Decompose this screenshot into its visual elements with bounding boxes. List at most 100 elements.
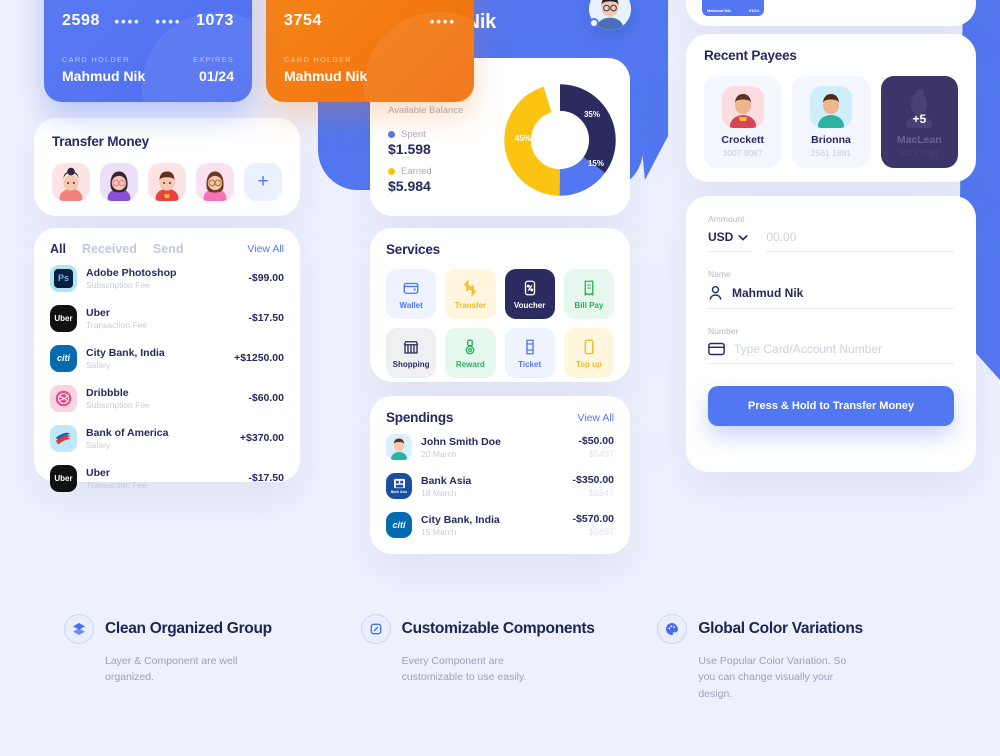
payee-more-badge: +5 — [912, 112, 927, 126]
spending-amount: -$50.00 — [578, 435, 614, 447]
transaction-amount: -$60.00 — [248, 392, 284, 404]
citi-icon: citi — [386, 512, 412, 538]
recent-payees-title: Recent Payees — [704, 48, 797, 63]
credit-card-secondary[interactable]: 3754 •••• CARD HOLDER Mahmud Nik — [266, 0, 474, 102]
payee-name: Crockett — [721, 134, 764, 146]
mini-card-expiry: 01/24 — [748, 8, 759, 13]
layers-icon — [64, 614, 94, 644]
contact-avatar-2[interactable] — [100, 163, 138, 201]
spending-date: 15 March — [421, 526, 457, 537]
tab-send[interactable]: Send — [153, 242, 184, 256]
transfer-arrows-icon — [463, 278, 478, 297]
spending-name: John Smith Doe — [421, 435, 501, 448]
transaction-tabs: All Received Send View All — [50, 242, 284, 256]
table-row[interactable]: citi City Bank, India Salary +$1250.00 — [50, 340, 284, 376]
transfer-money-button[interactable]: Press & Hold to Transfer Money — [708, 386, 954, 426]
service-label: Voucher — [513, 300, 546, 310]
person-icon — [709, 285, 722, 300]
feature-description: Layer & Component are well organized. — [105, 655, 238, 684]
features-section: Clean Organized Group Layer & Component … — [0, 614, 1000, 702]
customize-icon — [360, 614, 391, 644]
uber-icon: Uber — [50, 464, 77, 492]
card-holder-block: CARD HOLDER Mahmud Nik — [62, 55, 145, 84]
table-row[interactable]: Ps Adobe Photoshop Subscription Fee -$99… — [50, 260, 284, 296]
service-shopping[interactable]: Shopping — [386, 328, 437, 378]
transactions-view-all[interactable]: View All — [247, 243, 284, 255]
card-number-part-1: 2598 — [62, 12, 100, 29]
service-wallet[interactable]: Wallet — [386, 269, 437, 319]
tab-all[interactable]: All — [50, 242, 66, 256]
contact-avatar-4[interactable] — [196, 163, 234, 201]
table-row[interactable]: Bank of America Salary +$370.00 — [50, 420, 284, 456]
table-row[interactable]: Uber Uber Transaction Fee -$17.50 — [50, 300, 284, 336]
spending-amount: -$570.00 — [572, 513, 614, 525]
avatar — [721, 86, 764, 128]
service-label: Transfer — [454, 300, 487, 310]
card-expires-value: 01/24 — [198, 68, 234, 84]
currency-value: USD — [708, 230, 734, 244]
transaction-name: Adobe Photoshop — [86, 266, 177, 279]
payee-card-more[interactable]: +5 MacLean 0271 5987 — [880, 76, 958, 168]
transfer-form-card: Ammount USD 00.00 Name Mahmud Nik Number… — [686, 196, 976, 472]
card-expires-label: EXPIRES — [193, 55, 234, 64]
card2-holder-block: CARD HOLDER Mahmud Nik — [284, 55, 367, 84]
payee-name: Brionna — [811, 134, 851, 146]
service-reward[interactable]: Reward — [445, 328, 496, 378]
transaction-amount: -$17.50 — [248, 472, 284, 484]
service-label: Wallet — [399, 300, 423, 310]
card-number-mask-2: •••• — [155, 13, 182, 29]
transaction-amount: +$370.00 — [239, 432, 284, 444]
service-voucher[interactable]: Voucher — [504, 269, 555, 319]
table-row[interactable]: Dribbble Subscription Fee -$60.00 — [50, 380, 284, 416]
list-item[interactable]: John Smith Doe 20 March -$50.00 $5497 — [386, 430, 614, 464]
service-transfer[interactable]: Transfer — [445, 269, 496, 319]
service-top-up[interactable]: Top up — [563, 328, 614, 378]
contact-avatar-1[interactable] — [52, 163, 90, 201]
transaction-amount: -$17.50 — [248, 312, 284, 324]
add-contact-button[interactable]: + — [244, 163, 282, 201]
card-carousel[interactable]: 2598 •••• •••• 1073 CARD HOLDER Mahmud N… — [44, 0, 474, 102]
list-item[interactable]: Bank Asia Bank Asia 18 March -$350.00 $5… — [386, 469, 614, 503]
transfer-money-card: Transfer Money + — [34, 118, 300, 216]
card-icon — [708, 342, 725, 356]
currency-select[interactable]: USD — [708, 230, 753, 252]
mini-card-panel: Mahmud Nik 01/24 — [686, 0, 976, 26]
payee-card[interactable]: Brionna 2561 1881 — [792, 76, 870, 168]
feature-title: Customizable Components — [401, 620, 595, 637]
card-expiry-block: EXPIRES 01/24 — [193, 55, 234, 84]
transfer-contacts-row: + — [52, 163, 282, 201]
shop-icon — [403, 340, 419, 354]
contact-avatar-3[interactable] — [148, 163, 186, 201]
number-field-group: Number Type Card/Account Number — [708, 326, 954, 364]
payee-card[interactable]: Crockett 1007 9087 — [704, 76, 782, 168]
spendings-card: Spendings View All John Smith Doe 20 Mar… — [370, 396, 630, 554]
amount-label: Ammount — [708, 214, 745, 224]
services-grid: Wallet Transfer Voucher Bill Pay Shoppin… — [386, 269, 614, 378]
avatar — [386, 434, 412, 460]
credit-card-primary[interactable]: 2598 •••• •••• 1073 CARD HOLDER Mahmud N… — [44, 0, 252, 102]
bank-asia-icon: Bank Asia — [386, 473, 412, 499]
list-item[interactable]: citi City Bank, India 15 March -$570.00 … — [386, 508, 614, 542]
avatar: +5 — [898, 86, 941, 128]
donut-label-1: 35% — [583, 110, 600, 119]
number-label: Number — [708, 326, 739, 336]
service-label: Top up — [575, 359, 602, 369]
mini-card-holder: Mahmud Nik — [707, 8, 731, 13]
amount-input[interactable]: 00.00 — [766, 230, 954, 252]
service-bill-pay[interactable]: Bill Pay — [563, 269, 614, 319]
spendings-view-all[interactable]: View All — [577, 412, 614, 424]
feature-customizable-components: Customizable Components Every Component … — [360, 614, 640, 702]
legend-label-spent: Spent — [401, 129, 426, 140]
service-ticket[interactable]: Ticket — [504, 328, 555, 378]
transaction-sub: Salary — [86, 359, 111, 370]
service-label: Shopping — [392, 359, 430, 369]
card-number: 2598 •••• •••• 1073 — [62, 12, 234, 30]
name-input[interactable]: Mahmud Nik — [732, 286, 803, 300]
tab-received[interactable]: Received — [82, 242, 137, 256]
mini-credit-card[interactable]: Mahmud Nik 01/24 — [702, 0, 764, 16]
number-input[interactable]: Type Card/Account Number — [734, 342, 882, 356]
card-number-part-4: 1073 — [195, 12, 234, 29]
table-row[interactable]: Uber Uber Transaction Fee -$17.50 — [50, 460, 284, 496]
amount-field-group: Ammount USD 00.00 — [708, 214, 954, 252]
uber-icon: Uber — [50, 304, 77, 332]
